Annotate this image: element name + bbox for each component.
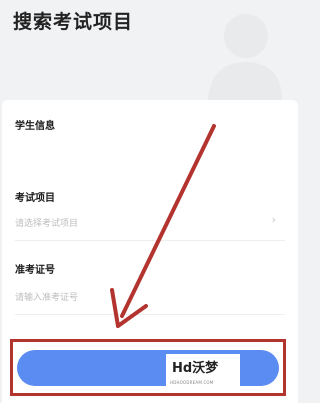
watermark-logo: Hd沃梦 HDHOODREAM.COM: [166, 354, 240, 390]
annotation-arrow-icon: [110, 124, 216, 328]
watermark-text: Hd沃梦: [172, 361, 219, 376]
watermark-subtext: HDHOODREAM.COM: [170, 380, 214, 385]
